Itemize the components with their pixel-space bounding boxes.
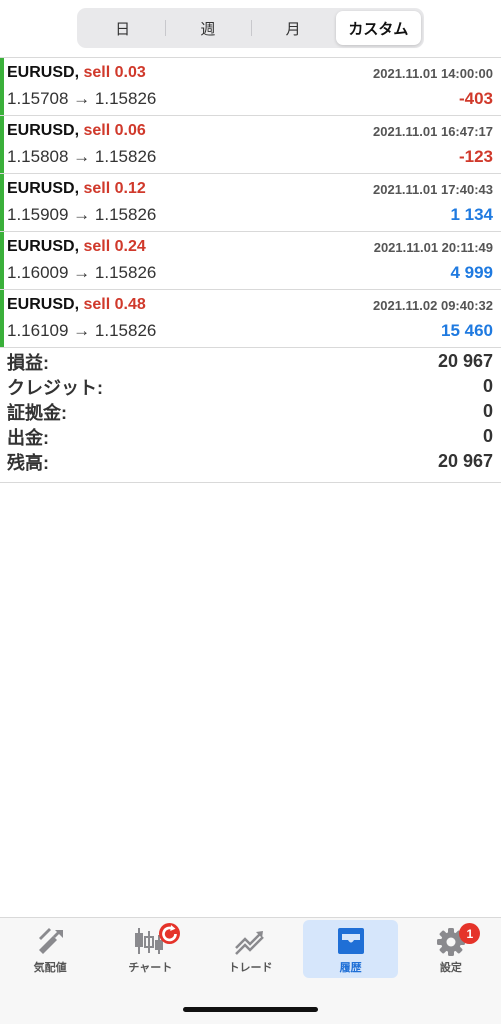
- tab-quotes[interactable]: 気配値: [3, 920, 98, 978]
- summary-row-credit: クレジット: 0: [0, 374, 501, 399]
- tab-history[interactable]: 履歴: [303, 920, 399, 978]
- deal-symbol: EURUSD,: [7, 238, 80, 255]
- summary-label: クレジット:: [7, 377, 103, 398]
- tab-chart[interactable]: チャート: [103, 920, 198, 978]
- deal-indicator-bar: [0, 290, 4, 347]
- deal-prices: 1.15708 → 1.15826: [7, 89, 157, 108]
- deal-action: sell 0.48: [83, 296, 146, 313]
- deal-profit: 1 134: [450, 205, 493, 224]
- summary-label: 損益:: [7, 352, 49, 373]
- refresh-icon: [161, 924, 177, 941]
- period-selector-bar: 日 週 月 カスタム: [0, 0, 501, 56]
- deal-time: 2021.11.01 20:11:49: [373, 240, 493, 255]
- deal-prices: 1.15808 → 1.15826: [7, 147, 157, 166]
- deal-action: sell 0.06: [83, 122, 146, 139]
- deal-time: 2021.11.01 16:47:17: [373, 124, 493, 139]
- deal-time: 2021.11.01 17:40:43: [373, 182, 493, 197]
- deal-row[interactable]: EURUSD, sell 0.24 2021.11.01 20:11:49 1.…: [0, 232, 501, 290]
- deal-symbol: EURUSD,: [7, 122, 80, 139]
- tab-settings[interactable]: 1 設定: [403, 920, 498, 978]
- deal-profit: -403: [458, 89, 493, 108]
- deal-profit: 4 999: [450, 263, 493, 282]
- deal-prices: 1.16109 → 1.15826: [7, 321, 157, 340]
- deal-prices: 1.16009 → 1.15826: [7, 263, 157, 282]
- summary-row-margin: 証拠金: 0: [0, 399, 501, 424]
- summary-value: 20 967: [437, 351, 493, 371]
- summary-value: 20 967: [437, 451, 493, 471]
- deal-time: 2021.11.02 09:40:32: [373, 298, 493, 313]
- summary-label: 出金:: [7, 427, 49, 448]
- deal-action: sell 0.24: [83, 238, 146, 255]
- segment-day[interactable]: 日: [80, 11, 165, 45]
- tab-label: トレード: [228, 962, 273, 974]
- summary-label: 証拠金:: [7, 402, 67, 423]
- history-inbox-icon: [337, 928, 364, 954]
- deal-symbol: EURUSD,: [7, 180, 80, 197]
- tab-trade[interactable]: トレード: [203, 920, 298, 978]
- deal-row[interactable]: EURUSD, sell 0.12 2021.11.01 17:40:43 1.…: [0, 174, 501, 232]
- summary-row-profit: 損益: 20 967: [0, 349, 501, 374]
- deal-symbol: EURUSD,: [7, 64, 80, 81]
- trade-icon: [235, 931, 265, 955]
- deal-symbol: EURUSD,: [7, 296, 80, 313]
- refresh-badge: [158, 923, 180, 944]
- deal-history-list: EURUSD, sell 0.03 2021.11.01 14:00:00 1.…: [0, 57, 501, 348]
- segment-week[interactable]: 週: [165, 11, 250, 45]
- quotes-icon: [39, 928, 64, 954]
- segment-custom[interactable]: カスタム: [335, 11, 421, 45]
- deal-indicator-bar: [0, 58, 4, 115]
- period-segmented-control: 日 週 月 カスタム: [77, 8, 424, 48]
- deal-profit: 15 460: [441, 321, 493, 340]
- tab-label: 設定: [439, 962, 462, 974]
- deal-time: 2021.11.01 14:00:00: [373, 66, 493, 81]
- deal-row[interactable]: EURUSD, sell 0.06 2021.11.01 16:47:17 1.…: [0, 116, 501, 174]
- summary-value: 0: [482, 376, 493, 396]
- deal-action: sell 0.03: [83, 64, 146, 81]
- segment-month[interactable]: 月: [250, 11, 336, 45]
- home-indicator[interactable]: [183, 1007, 318, 1012]
- tab-label: 気配値: [33, 962, 67, 974]
- summary-row-balance: 残高: 20 967: [0, 449, 501, 474]
- account-summary: 損益: 20 967 クレジット: 0 証拠金: 0 出金: 0 残高: 20 …: [0, 349, 501, 483]
- deal-prices: 1.15909 → 1.15826: [7, 205, 157, 224]
- deal-indicator-bar: [0, 116, 4, 173]
- notification-badge: 1: [459, 923, 481, 944]
- bottom-tab-bar: 気配値 チャート トレード 履歴 1 設定: [0, 917, 501, 1024]
- deal-indicator-bar: [0, 232, 4, 289]
- deal-action: sell 0.12: [83, 180, 146, 197]
- deal-indicator-bar: [0, 174, 4, 231]
- deal-row[interactable]: EURUSD, sell 0.48 2021.11.02 09:40:32 1.…: [0, 290, 501, 348]
- summary-row-withdrawal: 出金: 0: [0, 424, 501, 449]
- summary-value: 0: [482, 426, 493, 446]
- summary-value: 0: [482, 401, 493, 421]
- tab-label: チャート: [128, 962, 173, 974]
- tab-label: 履歴: [339, 962, 362, 974]
- deal-profit: -123: [458, 147, 493, 166]
- deal-row[interactable]: EURUSD, sell 0.03 2021.11.01 14:00:00 1.…: [0, 58, 501, 116]
- summary-label: 残高:: [7, 452, 49, 473]
